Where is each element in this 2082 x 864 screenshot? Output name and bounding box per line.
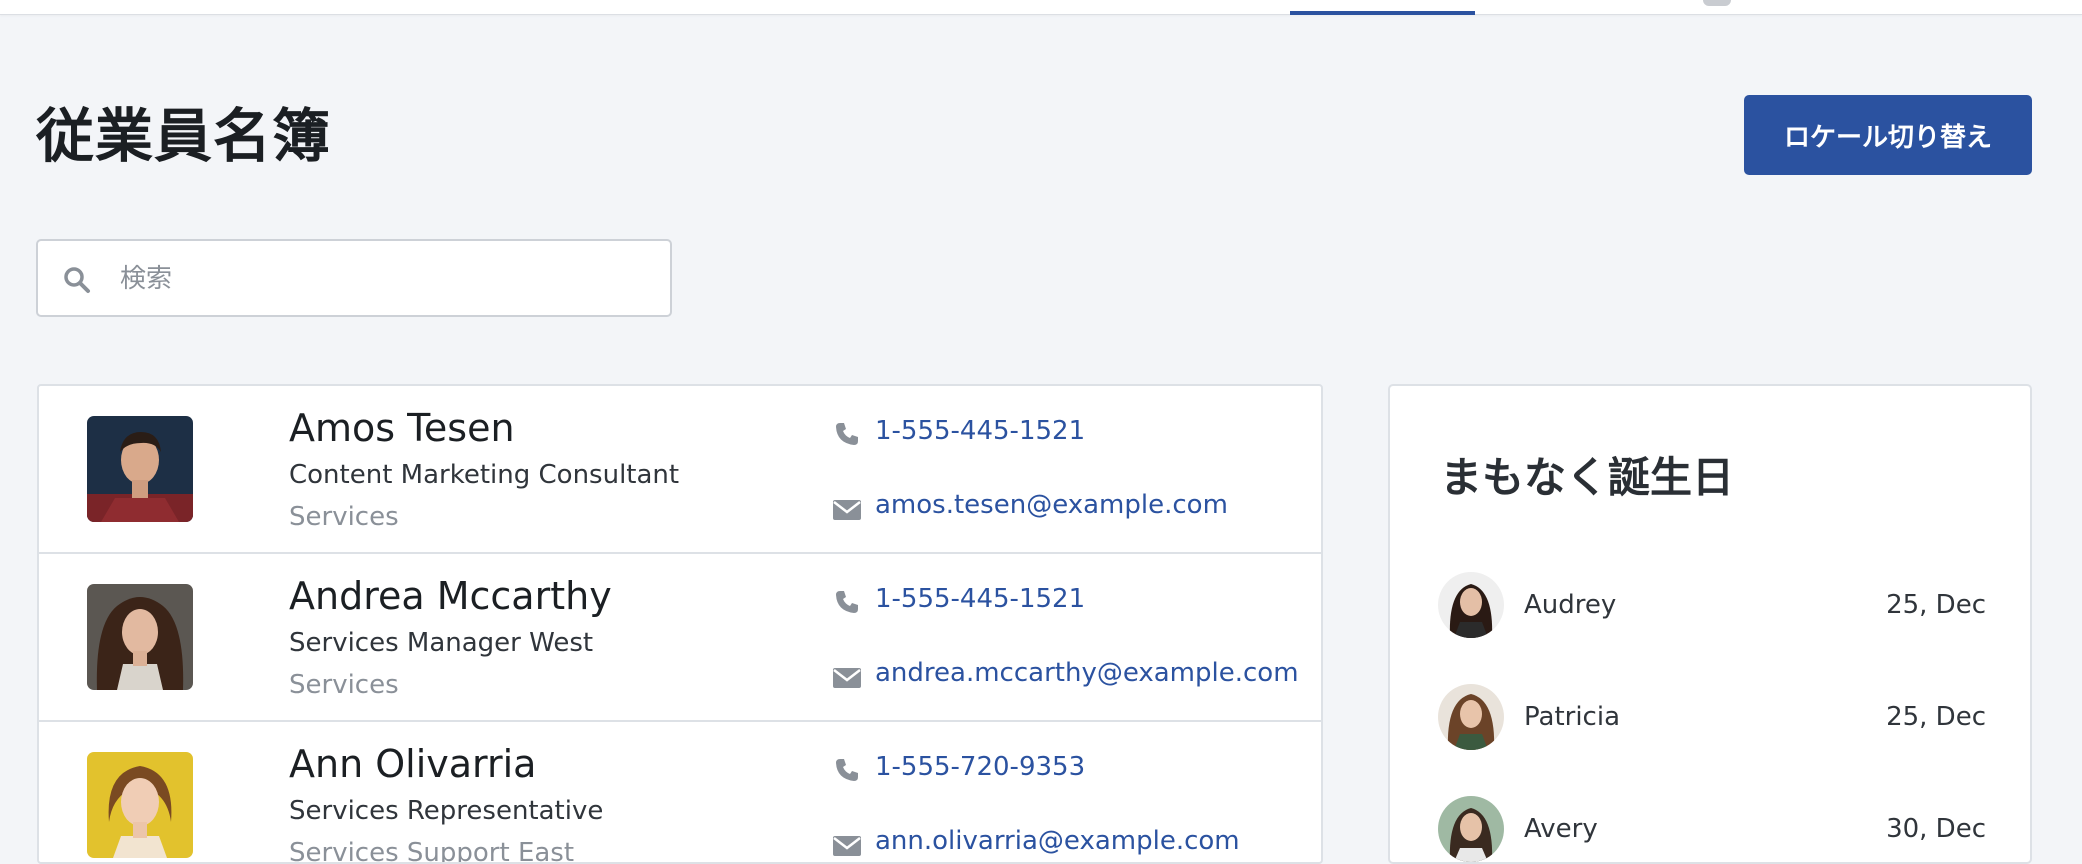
birthday-name: Avery	[1524, 814, 1598, 844]
employee-department: Services	[289, 502, 399, 532]
locale-switch-button[interactable]: ロケール切り替え	[1744, 95, 2032, 175]
envelope-icon	[833, 500, 861, 520]
employee-department: Services Support East	[289, 838, 575, 864]
employee-title: Services Representative	[289, 796, 604, 826]
birthday-avatar	[1438, 572, 1504, 638]
envelope-icon	[833, 836, 861, 856]
employee-phone-link[interactable]: 1-555-720-9353	[875, 752, 1085, 782]
employee-email-link[interactable]: andrea.mccarthy@example.com	[875, 658, 1299, 688]
employee-email-link[interactable]: ann.olivarria@example.com	[875, 826, 1240, 856]
employee-photo	[87, 584, 193, 690]
page-title: 従業員名簿	[36, 102, 332, 170]
search-icon	[64, 267, 90, 293]
employee-row[interactable]: Amos Tesen Content Marketing Consultant …	[39, 386, 1321, 554]
employee-email-link[interactable]: amos.tesen@example.com	[875, 490, 1228, 520]
search-box[interactable]	[36, 239, 672, 317]
birthday-avatar	[1438, 796, 1504, 862]
birthday-name: Audrey	[1524, 590, 1617, 620]
birthday-name: Patricia	[1524, 702, 1621, 732]
birthday-item[interactable]: Audrey 25, Dec	[1438, 572, 1986, 642]
birthday-date: 25, Dec	[1886, 702, 1986, 732]
birthday-item[interactable]: Avery 30, Dec	[1438, 796, 1986, 862]
employee-photo	[87, 416, 193, 522]
search-input[interactable]	[118, 249, 652, 309]
employee-row[interactable]: Andrea Mccarthy Services Manager West Se…	[39, 554, 1321, 722]
user-avatar[interactable]	[1703, 0, 1731, 6]
birthday-date: 30, Dec	[1886, 814, 1986, 844]
top-navigation-bar	[0, 0, 2082, 15]
employee-department: Services	[289, 670, 399, 700]
phone-icon	[836, 591, 858, 613]
birthday-item[interactable]: Patricia 25, Dec	[1438, 684, 1986, 754]
employee-phone-link[interactable]: 1-555-445-1521	[875, 416, 1085, 446]
phone-icon	[836, 423, 858, 445]
employee-title: Content Marketing Consultant	[289, 460, 680, 490]
employee-name: Amos Tesen	[289, 406, 515, 450]
employee-name: Andrea Mccarthy	[289, 574, 612, 618]
active-tab-indicator[interactable]	[1290, 11, 1475, 15]
phone-icon	[836, 759, 858, 781]
employee-row[interactable]: Ann Olivarria Services Representative Se…	[39, 722, 1321, 864]
employee-name: Ann Olivarria	[289, 742, 537, 786]
birthdays-title: まもなく誕生日	[1440, 453, 1735, 502]
birthday-avatar	[1438, 684, 1504, 750]
employee-phone-link[interactable]: 1-555-445-1521	[875, 584, 1085, 614]
envelope-icon	[833, 668, 861, 688]
employee-list: Amos Tesen Content Marketing Consultant …	[37, 384, 1323, 864]
employee-title: Services Manager West	[289, 628, 594, 658]
upcoming-birthdays-card: まもなく誕生日 Audrey 25, Dec Patricia 25, Dec	[1388, 384, 2032, 864]
birthday-date: 25, Dec	[1886, 590, 1986, 620]
employee-photo	[87, 752, 193, 858]
